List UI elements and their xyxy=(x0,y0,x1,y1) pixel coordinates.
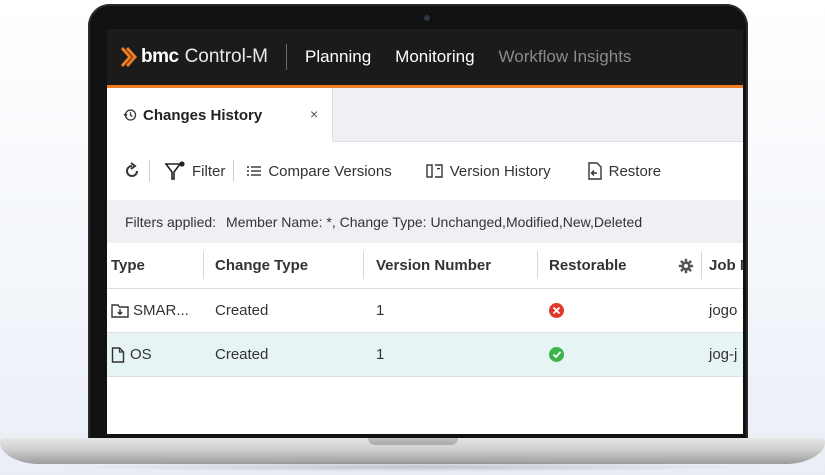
change-type-cell: Created xyxy=(215,346,269,363)
column-header-restorable[interactable]: Restorable xyxy=(549,243,627,288)
restore-button[interactable]: Restore xyxy=(587,162,662,180)
tab-label: Changes History xyxy=(143,106,263,124)
refresh-icon[interactable] xyxy=(123,162,141,180)
table-header-row: Type Change Type Version Number Restorab… xyxy=(107,243,743,289)
folder-download-icon xyxy=(111,304,129,318)
column-header-change-type[interactable]: Change Type xyxy=(215,243,308,288)
column-divider[interactable] xyxy=(363,251,364,279)
version-history-icon xyxy=(426,164,443,178)
column-divider[interactable] xyxy=(203,251,204,279)
list-icon xyxy=(247,166,262,176)
column-divider[interactable] xyxy=(701,251,702,279)
table-row[interactable]: OS Created 1 jog-j xyxy=(107,333,743,377)
gear-icon xyxy=(678,258,694,273)
version-number-cell: 1 xyxy=(376,346,385,363)
job-name-cell: jogo xyxy=(709,302,738,319)
nav-divider xyxy=(285,44,287,70)
version-number-cell: 1 xyxy=(376,302,385,319)
app-screen: bmc Control-M Planning Monitoring Workfl… xyxy=(107,29,743,434)
history-icon xyxy=(123,109,137,121)
filter-icon xyxy=(164,161,185,180)
column-header-version-number[interactable]: Version Number xyxy=(376,243,491,288)
brand-name: bmc xyxy=(141,46,179,67)
not-restorable-icon xyxy=(549,303,564,318)
tab-bar: Changes History × xyxy=(107,88,743,142)
restorable-cell xyxy=(549,289,564,332)
type-cell: SMAR... xyxy=(111,289,189,332)
toolbar-divider xyxy=(233,160,235,182)
nav-workflow-insights[interactable]: Workflow Insights xyxy=(499,47,632,67)
filter-button[interactable]: Filter xyxy=(164,161,225,181)
product-name: Control-M xyxy=(184,46,268,67)
column-settings-button[interactable] xyxy=(678,243,694,288)
changes-table: Type Change Type Version Number Restorab… xyxy=(107,243,743,377)
laptop-notch xyxy=(368,438,458,445)
column-header-job-name[interactable]: Job N xyxy=(709,243,743,288)
version-history-label: Version History xyxy=(449,162,551,180)
type-cell: OS xyxy=(111,333,152,376)
filter-label: Filter xyxy=(192,162,226,180)
nav-monitoring[interactable]: Monitoring xyxy=(395,47,474,67)
version-history-button[interactable]: Version History xyxy=(426,163,551,180)
restore-icon xyxy=(587,162,602,180)
toolbar-divider xyxy=(149,160,150,182)
filters-applied-value: Member Name: *, Change Type: Unchanged,M… xyxy=(226,213,643,230)
tab-changes-history[interactable]: Changes History × xyxy=(107,88,333,142)
restorable-cell xyxy=(549,333,564,376)
top-navigation: bmc Control-M Planning Monitoring Workfl… xyxy=(107,29,743,88)
filters-applied-bar: Filters applied: Member Name: *, Change … xyxy=(107,200,743,243)
column-header-type[interactable]: Type xyxy=(111,243,145,288)
document-icon xyxy=(111,346,125,363)
filters-applied-label: Filters applied: xyxy=(125,213,217,230)
type-value: OS xyxy=(130,346,152,363)
bmc-logo[interactable]: bmc Control-M xyxy=(119,46,268,68)
laptop-shadow xyxy=(60,462,765,472)
column-divider[interactable] xyxy=(537,251,538,279)
nav-planning[interactable]: Planning xyxy=(305,47,371,67)
camera-icon xyxy=(424,15,430,21)
compare-versions-label: Compare Versions xyxy=(268,162,392,180)
restore-label: Restore xyxy=(608,162,662,180)
table-row[interactable]: SMAR... Created 1 jogo xyxy=(107,289,743,333)
close-icon[interactable]: × xyxy=(310,106,318,122)
restorable-check-icon xyxy=(549,347,564,362)
type-value: SMAR... xyxy=(133,302,189,319)
change-type-cell: Created xyxy=(215,302,269,319)
compare-versions-button[interactable]: Compare Versions xyxy=(246,162,392,180)
toolbar: Filter Compare Versions Version History xyxy=(107,142,743,200)
job-name-cell: jog-j xyxy=(709,346,738,363)
bmc-chevron-icon xyxy=(120,47,138,67)
